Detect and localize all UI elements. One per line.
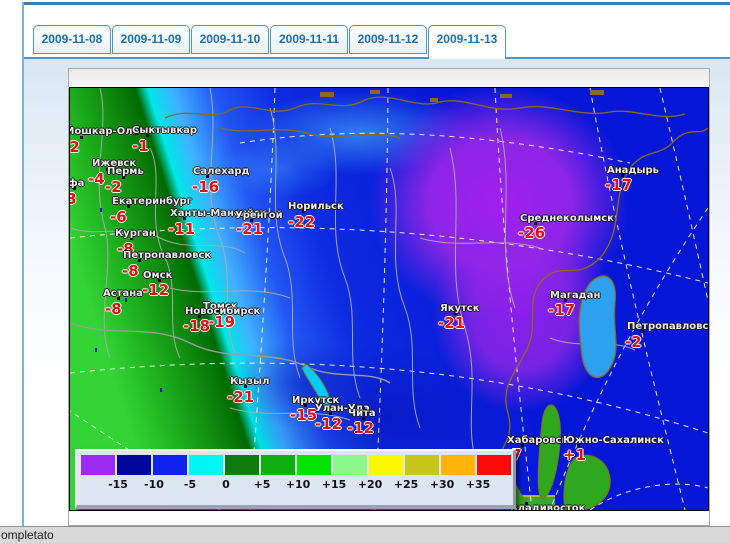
city-name-label: Салехард xyxy=(193,166,250,177)
tab-2009-11-13[interactable]: 2009-11-13 xyxy=(428,25,506,59)
city-temp-label: -8 xyxy=(105,300,122,318)
tab-2009-11-11[interactable]: 2009-11-11 xyxy=(270,25,348,54)
city-temp-label: -21 xyxy=(438,314,465,332)
city-temp-label: -16 xyxy=(192,178,219,196)
city-temp-label: -15 xyxy=(290,406,317,424)
tab-2009-11-09[interactable]: 2009-11-09 xyxy=(112,25,190,54)
city-temp-label: -12 xyxy=(347,419,374,437)
legend-label: -5 xyxy=(172,478,208,491)
page-top-border xyxy=(22,2,730,5)
legend-labels: -15 -10 -5 0 +5 +10 +15 +20 +25 +30 +35 xyxy=(77,475,513,493)
city-temp-label: -2 xyxy=(69,138,80,156)
legend-swatch xyxy=(261,455,295,475)
city-temp-label: -1 xyxy=(132,137,149,155)
legend-swatch xyxy=(117,455,151,475)
legend-swatch xyxy=(225,455,259,475)
city-name-label: Петропавловск xyxy=(123,250,211,261)
city-temp-label: -18 xyxy=(183,317,210,335)
city-temp-label: -2 xyxy=(105,178,122,196)
city-temp-label: -26 xyxy=(518,224,545,242)
city-name-label: Владивосток xyxy=(510,503,585,511)
tab-2009-11-12[interactable]: 2009-11-12 xyxy=(349,25,427,54)
city-temp-label: -17 xyxy=(605,176,632,194)
city-name-label: Среднеколымск xyxy=(520,213,614,224)
city-name-label: Омск xyxy=(143,270,172,281)
legend-label: +35 xyxy=(460,478,496,491)
city-temp-label: -21 xyxy=(227,388,254,406)
city-temp-label: -6 xyxy=(110,208,127,226)
legend-swatch xyxy=(81,455,115,475)
legend-swatch xyxy=(405,455,439,475)
map-image xyxy=(70,88,708,510)
tab-2009-11-10[interactable]: 2009-11-10 xyxy=(191,25,269,54)
legend-swatch xyxy=(153,455,187,475)
weather-map: Йошкар-Ола -2 Сыктывкар -1 Ижевск -4 Пер… xyxy=(69,87,709,511)
city-name-label: Екатеринбург xyxy=(112,196,192,207)
city-name-label: Якутск xyxy=(440,303,480,314)
city-temp-label: -4 xyxy=(88,170,105,188)
status-bar: ompletato xyxy=(0,526,730,543)
city-name-label: Южно-Сахалинск xyxy=(563,435,664,446)
city-name-label: Норильск xyxy=(288,201,344,212)
city-name-label: Астана xyxy=(103,288,143,299)
city-temp-label: -11 xyxy=(168,220,195,238)
city-temp-label: -8 xyxy=(122,262,139,280)
city-temp-label: -17 xyxy=(548,301,575,319)
status-text: ompletato xyxy=(1,528,54,542)
city-name-label: Сыктывкар xyxy=(132,125,197,136)
city-temp-label: -2 xyxy=(625,333,642,351)
legend-label: +20 xyxy=(352,478,388,491)
legend-swatch xyxy=(333,455,367,475)
legend-label: -15 xyxy=(100,478,136,491)
city-name-label: Курган xyxy=(115,228,156,239)
city-temp-label: -21 xyxy=(236,220,263,238)
legend-label: +30 xyxy=(424,478,460,491)
city-name-label: Кызыл xyxy=(230,376,269,387)
city-temp-label: -12 xyxy=(142,281,169,299)
city-name-label: Йошкар-Ола xyxy=(69,126,139,137)
city-name-label: Новосибирск xyxy=(185,306,260,317)
legend-swatch xyxy=(189,455,223,475)
date-tabs: 2009-11-08 2009-11-09 2009-11-10 2009-11… xyxy=(33,25,507,59)
city-name-label: Магадан xyxy=(550,290,600,301)
city-name-label: Анадырь xyxy=(607,165,659,176)
city-name-label: Чита xyxy=(348,408,376,419)
legend-label: +10 xyxy=(280,478,316,491)
legend-swatches xyxy=(81,455,513,475)
city-name-label: Уфа xyxy=(69,178,84,189)
legend-swatch xyxy=(297,455,331,475)
city-temp-label: +1 xyxy=(563,446,586,464)
legend-label: +15 xyxy=(316,478,352,491)
legend-swatch xyxy=(441,455,475,475)
legend-label: +25 xyxy=(388,478,424,491)
legend-label: -10 xyxy=(136,478,172,491)
city-name-label: Хабаровск xyxy=(507,435,568,446)
legend-label: +5 xyxy=(244,478,280,491)
city-temp-label: -3 xyxy=(69,190,77,208)
temperature-legend: -15 -10 -5 0 +5 +10 +15 +20 +25 +30 +35 xyxy=(75,449,516,509)
city-name-label: Петропавловск xyxy=(627,321,709,332)
legend-swatch xyxy=(369,455,403,475)
legend-swatch xyxy=(477,455,511,475)
city-temp-label: -22 xyxy=(288,213,315,231)
city-name-label: Пермь xyxy=(107,166,144,177)
tab-2009-11-08[interactable]: 2009-11-08 xyxy=(33,25,111,54)
city-temp-label: -12 xyxy=(315,415,342,433)
legend-label: 0 xyxy=(208,478,244,491)
